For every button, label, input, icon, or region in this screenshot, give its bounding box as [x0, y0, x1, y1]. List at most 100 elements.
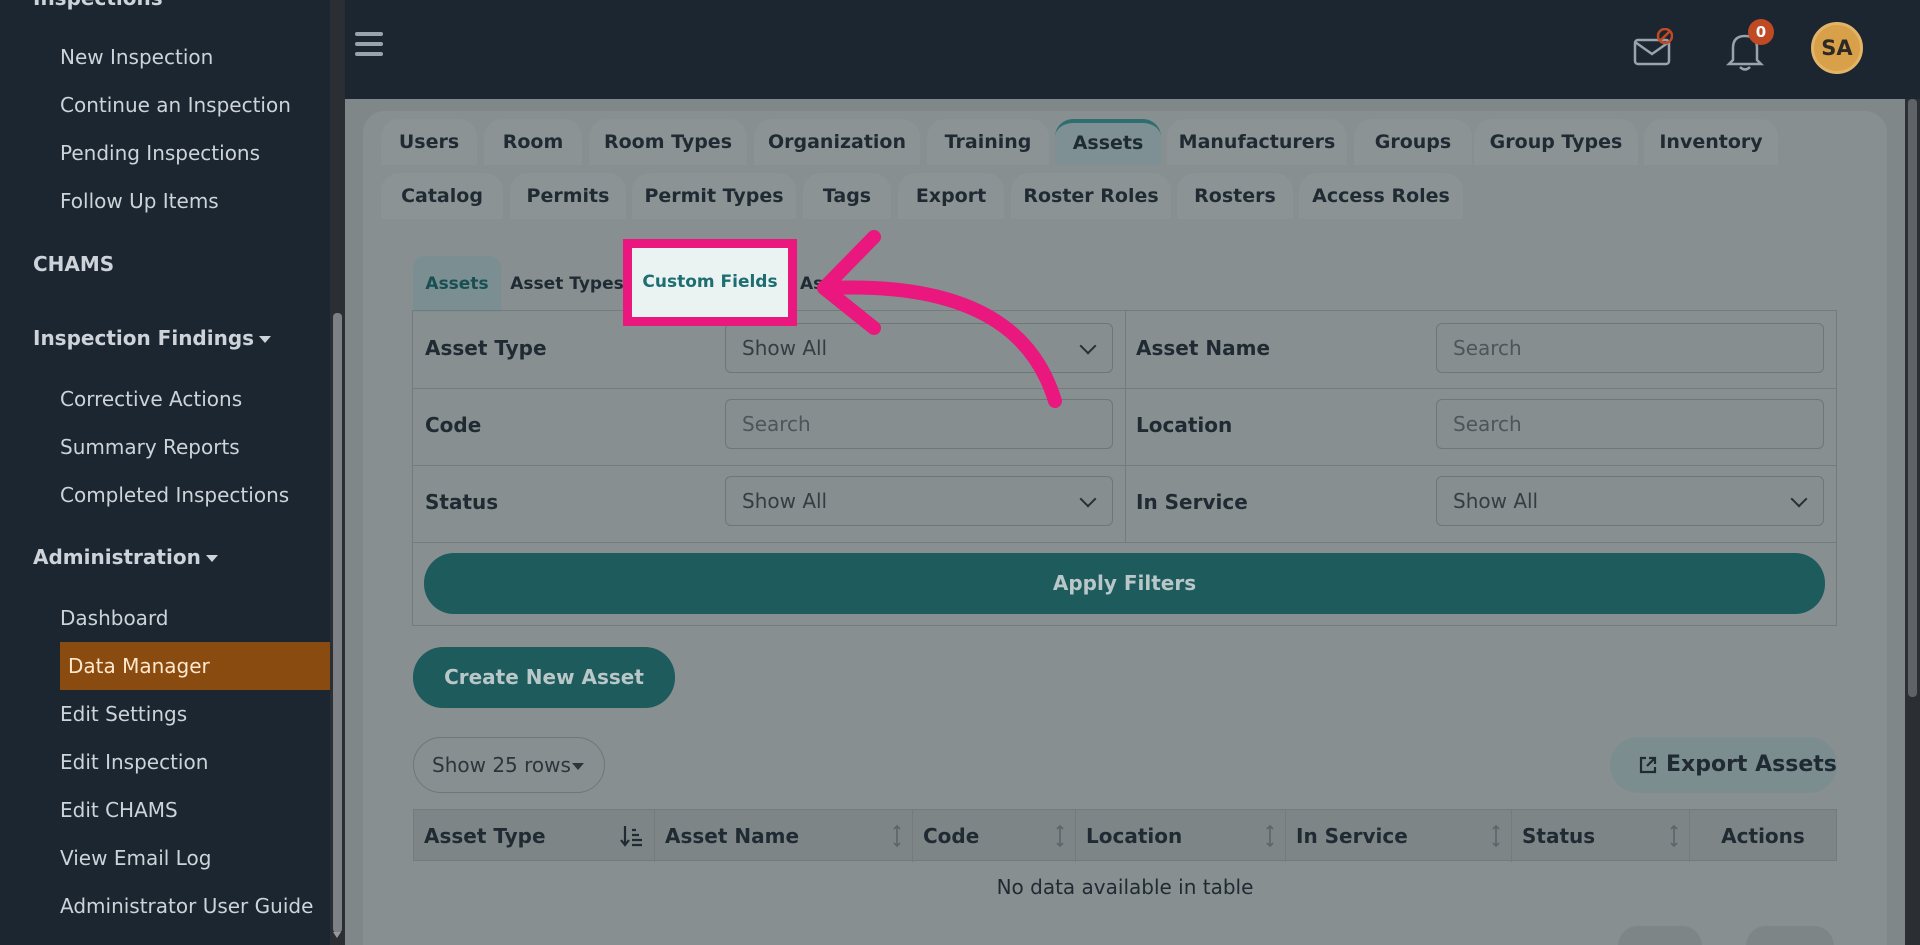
chevron-down-icon	[1079, 490, 1097, 508]
sidebar-item-pending-inspections[interactable]: Pending Inspections	[60, 141, 260, 165]
column-in-service[interactable]: In Service	[1286, 810, 1512, 862]
filter-divider	[413, 542, 1837, 543]
subtab-asset-types[interactable]: Asset Types	[507, 256, 627, 312]
filter-divider	[413, 388, 1837, 389]
caret-down-icon	[205, 555, 218, 562]
chevron-down-icon	[1790, 490, 1808, 508]
tab-training[interactable]: Training	[927, 119, 1049, 165]
tab-access-roles[interactable]: Access Roles	[1299, 173, 1463, 219]
tab-tags[interactable]: Tags	[803, 173, 891, 219]
show-rows-dropdown[interactable]: Show 25 rows	[413, 737, 605, 793]
sidebar-item-admin-user-guide[interactable]: Administrator User Guide	[60, 894, 313, 918]
sidebar: Inspections New Inspection Continue an I…	[0, 0, 330, 945]
column-code[interactable]: Code	[913, 810, 1076, 862]
column-asset-type[interactable]: Asset Type	[414, 810, 655, 862]
column-label: Asset Type	[424, 824, 546, 848]
column-asset-name[interactable]: Asset Name	[655, 810, 913, 862]
column-status[interactable]: Status	[1512, 810, 1690, 862]
status-value: Show All	[742, 489, 828, 513]
table-empty-message: No data available in table	[996, 875, 1254, 899]
tab-group-types[interactable]: Group Types	[1474, 119, 1638, 165]
sort-desc-icon	[620, 826, 642, 847]
sidebar-item-continue-inspection[interactable]: Continue an Inspection	[60, 93, 291, 117]
column-label: Asset Name	[665, 824, 800, 848]
hamburger-menu-icon[interactable]	[355, 32, 383, 56]
subtab-assets[interactable]: Assets	[413, 256, 501, 312]
asset-name-label: Asset Name	[1136, 336, 1271, 360]
sidebar-heading-inspections[interactable]: Inspections	[33, 0, 163, 10]
tab-room-types[interactable]: Room Types	[589, 119, 747, 165]
in-service-value: Show All	[1453, 489, 1539, 513]
sidebar-heading-label: Inspection Findings	[33, 326, 255, 350]
tab-rosters[interactable]: Rosters	[1177, 173, 1293, 219]
tab-permits[interactable]: Permits	[510, 173, 626, 219]
sidebar-item-corrective-actions[interactable]: Corrective Actions	[60, 387, 242, 411]
pagination-previous[interactable]	[1618, 926, 1702, 945]
in-service-select[interactable]: Show All	[1436, 476, 1824, 526]
tab-users[interactable]: Users	[381, 119, 477, 165]
mail-disabled-icon[interactable]	[1633, 28, 1673, 68]
tab-inventory[interactable]: Inventory	[1644, 119, 1778, 165]
column-label: Code	[923, 824, 980, 848]
sidebar-item-view-email-log[interactable]: View Email Log	[60, 846, 211, 870]
export-label: Export Assets	[1666, 752, 1837, 777]
status-select[interactable]: Show All	[725, 476, 1113, 526]
tab-assets[interactable]: Assets	[1055, 119, 1161, 165]
column-actions: Actions	[1721, 824, 1805, 848]
sidebar-item-dashboard[interactable]: Dashboard	[60, 606, 169, 630]
column-location[interactable]: Location	[1076, 810, 1286, 862]
location-input[interactable]: Search	[1436, 399, 1824, 449]
caret-down-icon	[572, 763, 584, 770]
sort-icon	[1266, 824, 1274, 848]
sidebar-item-completed-inspections[interactable]: Completed Inspections	[60, 483, 289, 507]
avatar[interactable]: SA	[1811, 22, 1863, 74]
apply-filters-button[interactable]: Apply Filters	[424, 553, 1825, 614]
pointer-arrow-icon	[817, 230, 1062, 408]
tab-groups[interactable]: Groups	[1354, 119, 1472, 165]
sidebar-item-follow-up-items[interactable]: Follow Up Items	[60, 189, 219, 213]
sort-icon	[1056, 824, 1064, 848]
main-scrollbar[interactable]	[1905, 99, 1920, 945]
sidebar-item-edit-settings[interactable]: Edit Settings	[60, 702, 187, 726]
scrollbar-thumb[interactable]	[1908, 99, 1917, 697]
top-bar: 0 SA	[345, 0, 1920, 99]
scrollbar-thumb[interactable]	[333, 313, 342, 933]
column-label: Status	[1522, 824, 1596, 848]
export-icon	[1639, 756, 1657, 774]
sidebar-item-data-manager[interactable]: Data Manager	[60, 642, 330, 690]
caret-down-icon	[259, 336, 272, 343]
sidebar-heading-inspection-findings[interactable]: Inspection Findings	[33, 326, 272, 350]
tab-manufacturers[interactable]: Manufacturers	[1167, 119, 1347, 165]
sidebar-item-edit-chams[interactable]: Edit CHAMS	[60, 798, 178, 822]
tab-permit-types[interactable]: Permit Types	[632, 173, 796, 219]
sidebar-heading-administration[interactable]: Administration	[33, 545, 218, 569]
tab-organization[interactable]: Organization	[754, 119, 920, 165]
pagination-next[interactable]	[1746, 926, 1834, 945]
highlight-box	[623, 239, 797, 326]
code-label: Code	[425, 413, 482, 437]
tab-export[interactable]: Export	[898, 173, 1004, 219]
asset-name-input[interactable]: Search	[1436, 323, 1824, 373]
create-new-asset-button[interactable]: Create New Asset	[413, 647, 675, 708]
sidebar-item-new-inspection[interactable]: New Inspection	[60, 45, 213, 69]
asset-type-label: Asset Type	[425, 336, 547, 360]
export-assets-button[interactable]: Export Assets	[1610, 737, 1837, 793]
in-service-label: In Service	[1136, 490, 1248, 514]
show-rows-label: Show 25 rows	[432, 753, 571, 777]
sidebar-item-summary-reports[interactable]: Summary Reports	[60, 435, 240, 459]
column-label: In Service	[1296, 824, 1408, 848]
table-header: Asset Type Asset Name Code Location In S…	[413, 809, 1837, 862]
sidebar-scrollbar[interactable]	[330, 0, 345, 945]
sidebar-item-edit-inspection[interactable]: Edit Inspection	[60, 750, 208, 774]
tab-catalog[interactable]: Catalog	[381, 173, 503, 219]
tab-room[interactable]: Room	[484, 119, 582, 165]
sort-icon	[893, 824, 901, 848]
status-label: Status	[425, 490, 499, 514]
tab-roster-roles[interactable]: Roster Roles	[1011, 173, 1171, 219]
sidebar-heading-chams[interactable]: CHAMS	[33, 252, 114, 276]
scroll-down-arrow-icon[interactable]	[333, 932, 341, 938]
chevron-down-icon	[1079, 337, 1097, 355]
column-label: Location	[1086, 824, 1183, 848]
sidebar-item-label: Data Manager	[68, 654, 210, 678]
notification-badge: 0	[1748, 19, 1774, 45]
